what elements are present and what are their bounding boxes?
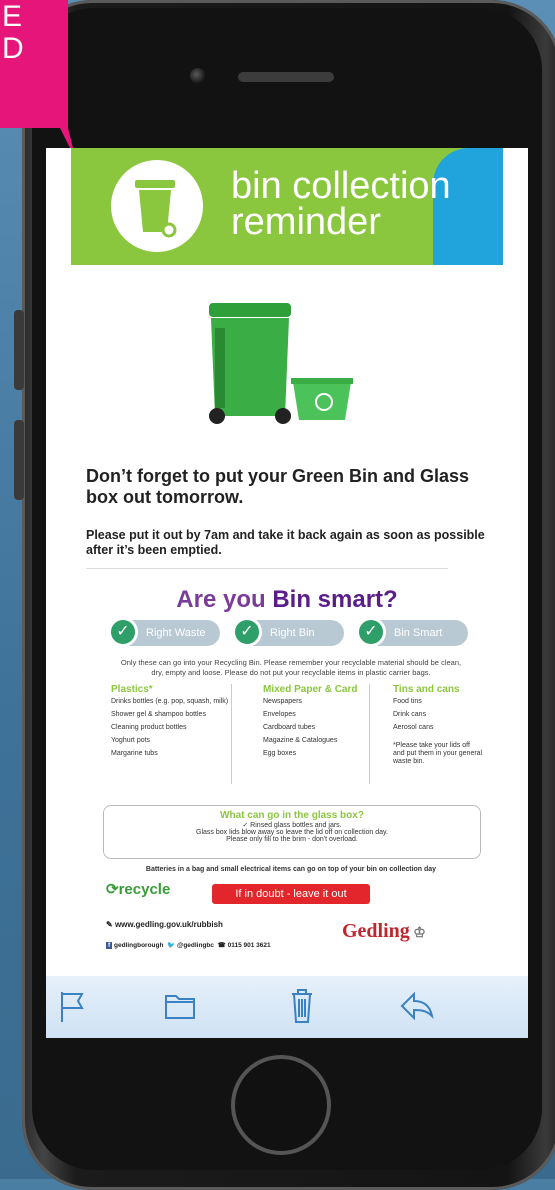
list-item: Egg boxes [263,750,297,757]
bin-smart-title-pre: Are you [176,586,273,613]
pill-label: Bin Smart [394,627,443,639]
glass-box-title: What can go in the glass box? [220,810,364,821]
list-item: Shower gel & shampoo bottles [111,711,206,718]
phone-number[interactable]: 0115 901 3621 [228,942,271,949]
column-title: Plastics* [111,684,153,695]
bin-smart-title-bold: Bin smart? [272,586,398,613]
glass-line-3: Please only fill to the brim - don't ove… [226,836,358,843]
glass-box-panel: What can go in the glass box? ✓ Rinsed g… [103,805,481,859]
recycle-label: recycle [118,881,171,898]
column-title: Mixed Paper & Card [263,684,358,695]
link-icon: ✎ [106,920,115,929]
bin-smart-pills: ✓ Right Waste ✓ Right Bin ✓ Bin Smart [108,617,472,650]
check-icon: ✓ [356,617,386,647]
volume-up-button [14,310,24,390]
headline: Don’t forget to put your Green Bin and G… [86,466,470,507]
phone-icon: ☎ [217,942,226,949]
batteries-note: Batteries in a bag and small electrical … [145,866,437,873]
subtext: Please put it out by 7am and take it bac… [86,528,485,557]
camera-icon [190,68,206,84]
recycling-columns: Plastics* Drinks bottles (e.g. pop, squa… [101,684,483,794]
website-text: www.gedling.gov.uk/rubbish [114,920,223,929]
bin-smart-title: Are you Bin smart? [46,586,528,614]
green-bin-and-glass-box-image [209,303,353,424]
pill-right-bin: ✓ Right Bin [232,617,344,647]
reply-icon[interactable] [394,984,438,1028]
list-item: Food tins [393,698,422,705]
list-item: Drink cans [393,711,427,718]
recycling-intro: Only these can go into your Recycling Bi… [120,658,462,677]
facebook-icon: f [106,942,113,949]
twitter-handle[interactable]: @gedlingbc [177,942,214,949]
mail-toolbar [46,976,528,1038]
recycle-logo: ⟳recycle [106,880,170,898]
glass-line-1: ✓ Rinsed glass bottles and jars. [242,822,342,829]
list-item: Cleaning product bottles [111,724,187,731]
pill-right-waste: ✓ Right Waste [108,617,220,647]
pill-bin-smart: ✓ Bin Smart [356,617,468,647]
lids-note: *Please take your lids off and put them … [393,742,483,765]
column-tins-cans: Tins and cans Food tins Drink cans Aeros… [393,684,483,771]
glass-line-2: Glass box lids blow away so leave the li… [196,829,388,836]
email-screen: bin collection reminder Don’t forget to … [46,148,528,1038]
badge-letter-e: E [2,0,22,33]
divider [86,568,448,569]
pill-label: Right Waste [146,627,206,639]
speaker-grille [238,72,334,82]
column-title: Tins and cans [393,684,460,695]
check-icon: ✓ [232,617,262,647]
doubt-banner: If in doubt - leave it out [212,884,370,904]
list-item: Cardboard tubes [263,724,316,731]
flag-icon[interactable] [50,984,94,1028]
badge-letter-d: D [2,32,24,65]
divider [231,684,232,784]
council-logo: Gedling ♔ [342,920,426,943]
list-item: Envelopes [263,711,296,718]
check-icon: ✓ [108,617,138,647]
council-name: Gedling [342,920,410,942]
pill-label: Right Bin [270,627,315,639]
divider [369,684,370,784]
website-link[interactable]: ✎ www.gedling.gov.uk/rubbish [106,920,223,929]
corner-badge: E D [0,0,76,160]
social-contacts: f gedlingborough 🐦 @gedlingbc ☎ 0115 901… [106,941,271,949]
twitter-icon: 🐦 [167,942,176,949]
list-item: Margarine tubs [111,750,158,757]
banner-title: bin collection reminder [231,165,451,243]
home-button[interactable] [231,1055,331,1155]
bin-logo-icon [111,160,203,252]
recycle-icon: ⟳ [106,881,119,898]
trash-icon[interactable] [280,984,324,1028]
list-item: Newspapers [263,698,302,705]
banner-line-1: bin collection [231,165,451,207]
list-item: Magazine & Catalogues [263,737,338,744]
volume-down-button [14,420,24,500]
crest-icon: ♔ [409,926,426,941]
list-item: Drinks bottles (e.g. pop, squash, milk) [111,698,229,705]
facebook-handle[interactable]: gedlingborough [114,942,163,949]
list-item: Yoghurt pots [111,737,151,744]
column-plastics: Plastics* Drinks bottles (e.g. pop, squa… [111,684,229,763]
folder-icon[interactable] [158,984,202,1028]
column-paper-card: Mixed Paper & Card Newspapers Envelopes … [263,684,371,763]
list-item: Aerosol cans [393,724,434,731]
reminder-banner: bin collection reminder [71,148,503,265]
banner-line-2: reminder [231,201,381,243]
